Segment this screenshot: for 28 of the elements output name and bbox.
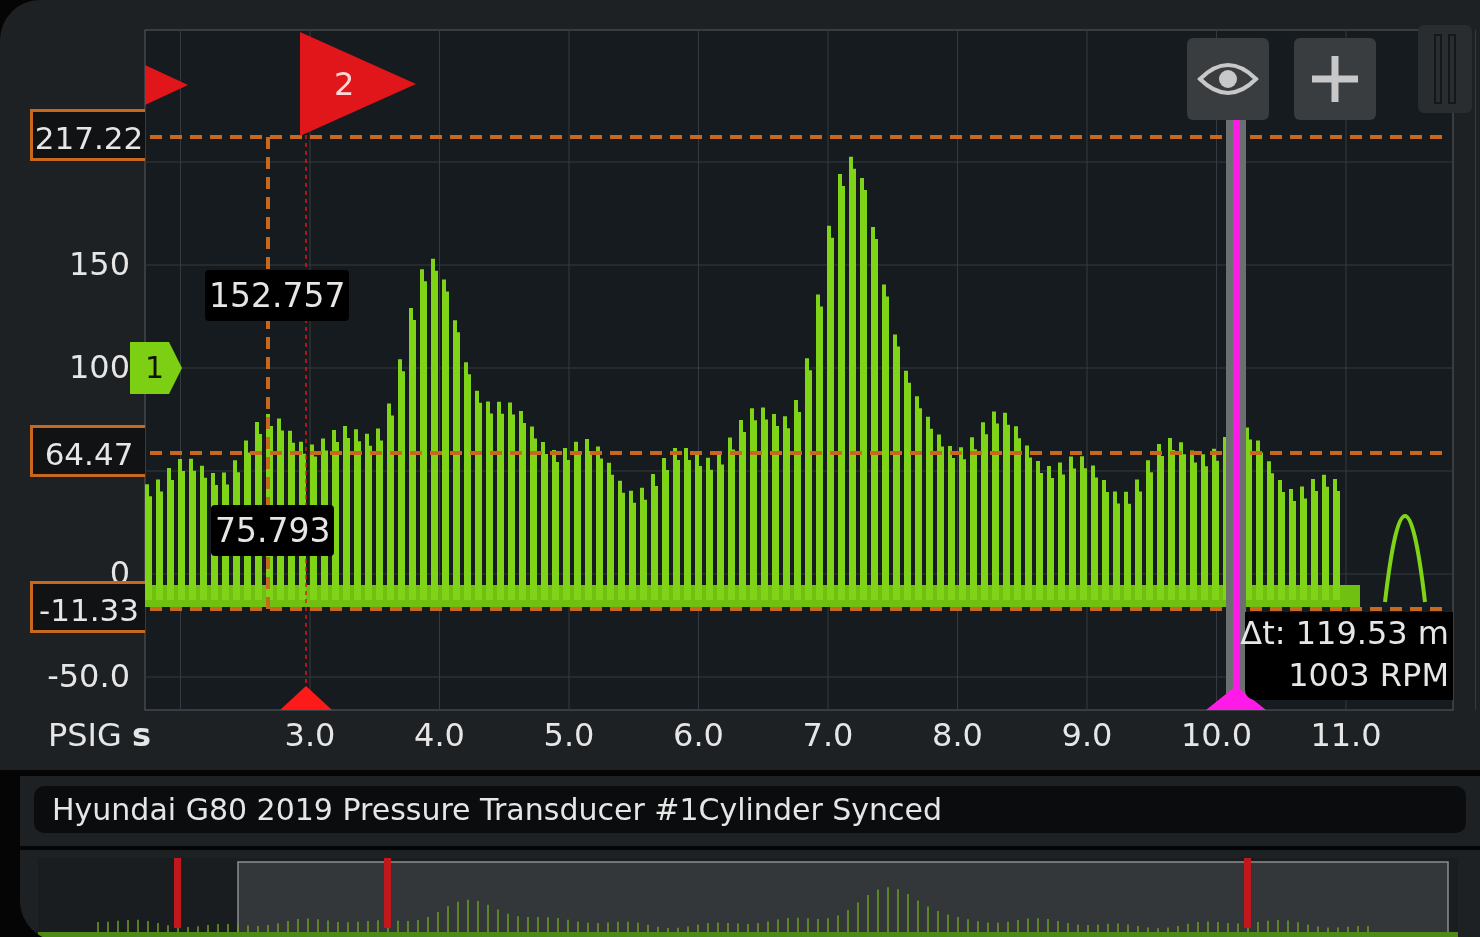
level-tag[interactable]: -11.33 — [30, 581, 145, 633]
x-axis-label: 9.0 — [1060, 716, 1114, 754]
x-axis-unit: PSIG s — [48, 716, 152, 754]
plus-icon — [1310, 54, 1360, 104]
visibility-button[interactable] — [1187, 38, 1269, 120]
rpm-text: 1003 RPM — [1288, 656, 1449, 694]
x-axis-label: 4.0 — [413, 716, 466, 754]
drag-handle[interactable] — [1418, 25, 1472, 113]
add-button[interactable] — [1294, 38, 1376, 120]
y-axis-label: 150 — [67, 245, 130, 283]
value-readout: 152.757 — [205, 270, 350, 321]
x-axis-label: 7.0 — [801, 716, 855, 754]
level-tag[interactable]: 64.47 — [30, 425, 145, 477]
marker-triangle-icon[interactable] — [280, 686, 332, 710]
x-axis-label: 8.0 — [931, 716, 984, 754]
y-axis-label: 100 — [67, 348, 130, 386]
value-readout: 75.793 — [211, 505, 335, 556]
overview-waveform-drawing[interactable] — [38, 858, 1458, 937]
x-axis-label: 10.0 — [1179, 716, 1254, 754]
y-axis-label: -50.0 — [46, 657, 130, 695]
flag-icon[interactable] — [145, 65, 188, 105]
delta-time-text: Δt: 119.53 m — [1240, 614, 1449, 652]
level-tag[interactable]: 217.22 — [30, 109, 145, 161]
x-axis-label: 6.0 — [672, 716, 725, 754]
x-axis-label: 3.0 — [283, 716, 337, 754]
x-axis-label: 11.0 — [1309, 716, 1383, 754]
x-axis-label: 5.0 — [542, 716, 596, 754]
channel-title: Hyundai G80 2019 Pressure Transducer #1Cylinder Synced — [34, 786, 1466, 833]
